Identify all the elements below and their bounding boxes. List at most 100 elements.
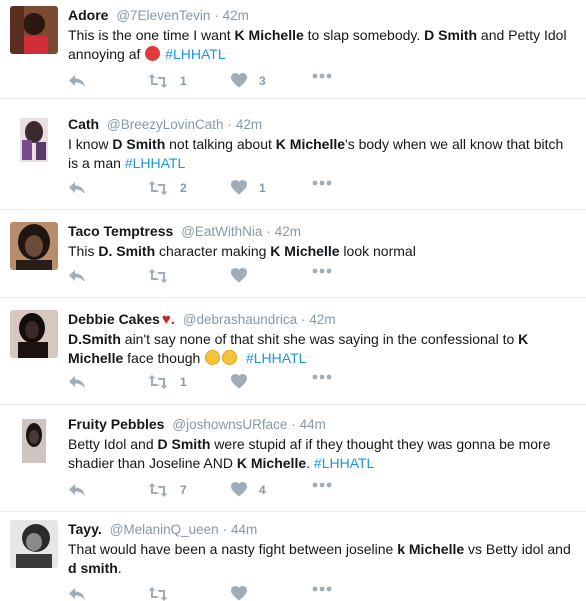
tweet-header: Tayy. @MelaninQ_ueen · 44m bbox=[68, 520, 572, 539]
reply-button[interactable] bbox=[68, 374, 86, 390]
avatar-image bbox=[10, 310, 58, 358]
reply-icon bbox=[69, 588, 85, 600]
avatar[interactable] bbox=[10, 310, 58, 358]
avatar[interactable] bbox=[10, 114, 58, 162]
like-button[interactable] bbox=[231, 586, 259, 601]
tweet-actions: 1 3 bbox=[68, 73, 568, 91]
like-button[interactable]: 4 bbox=[231, 482, 266, 497]
heart-icon bbox=[231, 374, 247, 389]
more-button[interactable] bbox=[312, 268, 332, 274]
text-run: to slap somebody. bbox=[303, 27, 425, 43]
laughing-emoji-icon bbox=[205, 350, 221, 365]
tweet[interactable]: Taco Temptress @EatWithNia · 42m This D.… bbox=[0, 210, 586, 298]
display-name[interactable]: Tayy. bbox=[68, 521, 102, 537]
retweet-button[interactable]: 7 bbox=[148, 482, 187, 498]
reply-icon bbox=[69, 75, 85, 87]
text-run: That would have been a nasty fight betwe… bbox=[68, 541, 398, 557]
more-button[interactable] bbox=[312, 180, 332, 186]
heart-icon bbox=[231, 268, 247, 283]
reply-button[interactable] bbox=[68, 586, 86, 601]
retweet-button[interactable] bbox=[148, 586, 180, 601]
user-handle[interactable]: @7ElevenTevin bbox=[116, 8, 210, 23]
retweet-button[interactable] bbox=[148, 268, 180, 284]
display-name[interactable]: Adore bbox=[68, 7, 108, 23]
text-run: This is the one time I want bbox=[68, 27, 235, 43]
text-run: . bbox=[306, 455, 314, 471]
timestamp[interactable]: 42m bbox=[309, 312, 335, 327]
user-handle[interactable]: @joshownsURface bbox=[172, 417, 287, 432]
reply-button[interactable] bbox=[68, 73, 86, 89]
reply-button[interactable] bbox=[68, 268, 86, 284]
timestamp[interactable]: 44m bbox=[300, 417, 326, 432]
avatar[interactable] bbox=[10, 415, 58, 463]
hashtag-link[interactable]: #LHHATL bbox=[246, 350, 306, 366]
reply-button[interactable] bbox=[68, 482, 86, 498]
reply-icon bbox=[69, 270, 85, 282]
retweet-button[interactable]: 1 bbox=[148, 374, 187, 390]
text-run: face though bbox=[123, 350, 205, 366]
timestamp[interactable]: 44m bbox=[231, 522, 257, 537]
hashtag-link[interactable]: #LHHATL bbox=[125, 155, 185, 171]
timestamp[interactable]: 42m bbox=[223, 8, 249, 23]
like-button[interactable]: 3 bbox=[231, 73, 266, 88]
reply-icon bbox=[69, 376, 85, 388]
hashtag-link[interactable]: #LHHATL bbox=[314, 455, 374, 471]
like-button[interactable] bbox=[231, 268, 259, 283]
heart-icon bbox=[231, 482, 247, 497]
timestamp[interactable]: 42m bbox=[275, 224, 301, 239]
more-icon bbox=[312, 374, 332, 380]
heart-icon bbox=[231, 180, 247, 195]
heart-icon bbox=[231, 73, 247, 88]
user-handle[interactable]: @EatWithNia bbox=[181, 224, 262, 239]
display-name[interactable]: Taco Temptress bbox=[68, 223, 173, 239]
display-name[interactable]: Cath bbox=[68, 116, 99, 132]
user-handle[interactable]: @BreezyLovinCath bbox=[107, 117, 224, 132]
display-name[interactable]: Debbie Cakes bbox=[68, 311, 160, 327]
mention-bold: D. Smith bbox=[98, 243, 156, 259]
tweet[interactable]: Fruity Pebbles @joshownsURface · 44m Bet… bbox=[0, 405, 586, 512]
retweet-count: 1 bbox=[180, 74, 187, 88]
like-count: 1 bbox=[259, 180, 266, 195]
tweet-actions: 1 bbox=[68, 374, 568, 392]
more-button[interactable] bbox=[312, 374, 332, 380]
avatar[interactable] bbox=[10, 520, 58, 568]
tweet-actions: 2 1 bbox=[68, 180, 568, 198]
avatar-image bbox=[10, 222, 58, 270]
more-button[interactable] bbox=[312, 482, 332, 488]
tweet-text: This is the one time I want K Michelle t… bbox=[68, 26, 572, 64]
tweet[interactable]: Debbie Cakes ♥. @debrashaundrica · 42m D.… bbox=[0, 298, 586, 405]
tweet-header: Cath @BreezyLovinCath · 42m bbox=[68, 115, 572, 134]
timestamp[interactable]: 42m bbox=[236, 117, 262, 132]
text-run: Betty Idol and bbox=[68, 436, 158, 452]
tweet-text: I know D Smith not talking about K Miche… bbox=[68, 135, 572, 173]
avatar[interactable] bbox=[10, 6, 58, 54]
laughing-emoji-icon bbox=[222, 350, 238, 365]
separator-dot: · bbox=[214, 8, 219, 23]
tweet-actions: 7 4 bbox=[68, 482, 568, 500]
tweet-actions bbox=[68, 586, 568, 601]
retweet-button[interactable]: 2 bbox=[148, 180, 187, 196]
mention-bold: K Michelle bbox=[236, 455, 307, 471]
tweet[interactable]: Tayy. @MelaninQ_ueen · 44m That would ha… bbox=[0, 512, 586, 601]
like-count: 3 bbox=[259, 73, 266, 88]
tweet[interactable]: Adore @7ElevenTevin · 42m This is the on… bbox=[0, 0, 586, 99]
retweet-button[interactable]: 1 bbox=[148, 73, 187, 89]
like-button[interactable]: 1 bbox=[231, 180, 266, 195]
retweet-count: 7 bbox=[180, 483, 187, 497]
text-run: vs Betty idol and bbox=[464, 541, 571, 557]
like-button[interactable] bbox=[231, 374, 259, 389]
more-button[interactable] bbox=[312, 73, 332, 79]
hashtag-link[interactable]: #LHHATL bbox=[165, 46, 225, 62]
reply-button[interactable] bbox=[68, 180, 86, 196]
mention-bold: d smith bbox=[68, 560, 118, 576]
user-handle[interactable]: @debrashaundrica bbox=[183, 312, 297, 327]
separator-dot: · bbox=[222, 522, 228, 537]
separator-dot: · bbox=[266, 224, 271, 239]
separator-dot: · bbox=[291, 417, 296, 432]
more-button[interactable] bbox=[312, 586, 332, 592]
more-icon bbox=[312, 586, 332, 592]
tweet[interactable]: Cath @BreezyLovinCath · 42m I know D Smi… bbox=[0, 99, 586, 210]
display-name[interactable]: Fruity Pebbles bbox=[68, 416, 164, 432]
avatar[interactable] bbox=[10, 222, 58, 270]
user-handle[interactable]: @MelaninQ_ueen bbox=[110, 522, 219, 537]
